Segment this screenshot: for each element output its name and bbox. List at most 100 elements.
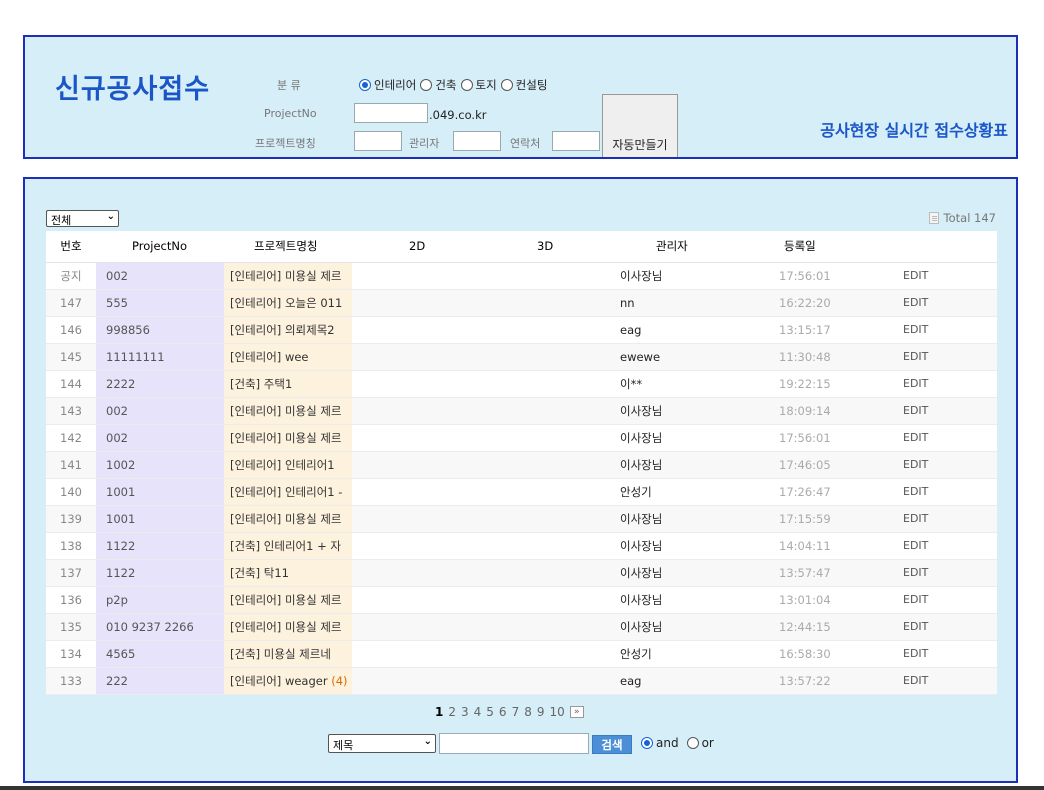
page-link[interactable]: 7 xyxy=(512,705,520,719)
row-edit-link[interactable]: EDIT xyxy=(902,640,997,668)
table-row[interactable]: 144 2222 [건축] 주택1 이** 19:22:15 EDIT xyxy=(46,370,997,398)
radio-icon[interactable] xyxy=(686,737,699,749)
row-project-name[interactable]: [건축] 주택1 xyxy=(224,370,352,398)
category-radio-interior[interactable]: 인테리어 xyxy=(359,77,416,93)
project-name-text[interactable]: [건축] 인테리어1 + 자 xyxy=(230,539,341,553)
project-name-text[interactable]: [건축] 미용실 제르네 xyxy=(230,647,331,661)
table-row[interactable]: 146 998856 [인테리어] 의뢰제목2 eag 13:15:17 EDIT xyxy=(46,316,997,344)
row-edit-link[interactable]: EDIT xyxy=(902,343,997,371)
table-row[interactable]: 145 11111111 [인테리어] wee ewewe 11:30:48 EDIT xyxy=(46,343,997,371)
project-name-text[interactable]: [인테리어] 인테리어1 xyxy=(230,458,335,472)
contact-input[interactable] xyxy=(552,131,600,151)
category-radio-land[interactable]: 토지 xyxy=(460,77,497,93)
table-row[interactable]: 140 1001 [인테리어] 인테리어1 - 안성기 17:26:47 EDIT xyxy=(46,478,997,506)
page-link[interactable]: 2 xyxy=(448,705,456,719)
search-input[interactable] xyxy=(439,733,589,754)
row-edit-link[interactable]: EDIT xyxy=(902,532,997,560)
category-filter-select[interactable]: 전체 ⌄ xyxy=(46,210,119,227)
manager-input[interactable] xyxy=(453,131,501,151)
project-name-text[interactable]: [인테리어] 의뢰제목2 xyxy=(230,323,335,337)
row-project-name[interactable]: [인테리어] 오늘은 011 xyxy=(224,289,352,317)
page-link[interactable]: 9 xyxy=(537,705,545,719)
table-row[interactable]: 141 1002 [인테리어] 인테리어1 이사장님 17:46:05 EDIT xyxy=(46,451,997,479)
radio-icon[interactable] xyxy=(500,79,513,91)
row-project-name[interactable]: [인테리어] 인테리어1 - xyxy=(224,478,352,506)
search-mode-and[interactable]: and xyxy=(641,736,679,750)
row-date: 17:46:05 xyxy=(778,451,902,479)
table-row[interactable]: 139 1001 [인테리어] 미용실 제르 이사장님 17:15:59 EDIT xyxy=(46,505,997,533)
row-3d xyxy=(480,478,620,506)
page-link[interactable]: 4 xyxy=(474,705,482,719)
category-radio-consulting[interactable]: 컨설팅 xyxy=(500,77,547,93)
radio-checked-icon[interactable] xyxy=(641,737,653,749)
row-project-name[interactable]: [인테리어] 미용실 제르 xyxy=(224,424,352,452)
table-row[interactable]: 133 222 [인테리어] weager (4) eag 13:57:22 EDIT xyxy=(46,667,997,695)
radio-checked-icon[interactable] xyxy=(359,79,371,91)
project-name-text[interactable]: [인테리어] 미용실 제르 xyxy=(230,431,342,445)
page-link[interactable]: 8 xyxy=(524,705,532,719)
page-link[interactable]: 10 xyxy=(549,705,564,719)
table-row[interactable]: 147 555 [인테리어] 오늘은 011 nn 16:22:20 EDIT xyxy=(46,289,997,317)
search-button[interactable]: 검색 xyxy=(592,735,632,754)
table-row[interactable]: 136 p2p [인테리어] 미용실 제르 이사장님 13:01:04 EDIT xyxy=(46,586,997,614)
project-name-text[interactable]: [건축] 주택1 xyxy=(230,377,292,391)
radio-icon[interactable] xyxy=(420,79,433,91)
row-project-name[interactable]: [건축] 미용실 제르네 xyxy=(224,640,352,668)
project-name-text[interactable]: [인테리어] 미용실 제르 xyxy=(230,620,342,634)
row-edit-link[interactable]: EDIT xyxy=(902,451,997,479)
project-name-text[interactable]: [인테리어] wee xyxy=(230,350,309,364)
category-radio-architecture[interactable]: 건축 xyxy=(420,77,457,93)
project-name-text[interactable]: [인테리어] 미용실 제르 xyxy=(230,404,342,418)
project-name-text[interactable]: [건축] 탁11 xyxy=(230,566,289,580)
table-row[interactable]: 135 010 9237 2266 [인테리어] 미용실 제르 이사장님 12:44:1… xyxy=(46,613,997,641)
row-edit-link[interactable]: EDIT xyxy=(902,289,997,317)
row-date: 17:15:59 xyxy=(778,505,902,533)
page-link[interactable]: 6 xyxy=(499,705,507,719)
row-edit-link[interactable]: EDIT xyxy=(902,478,997,506)
row-project-name[interactable]: [인테리어] 미용실 제르 xyxy=(224,262,352,290)
page-link[interactable]: 3 xyxy=(461,705,469,719)
project-name-text[interactable]: [인테리어] 미용실 제르 xyxy=(230,269,342,283)
row-project-name[interactable]: [건축] 탁11 xyxy=(224,559,352,587)
row-edit-link[interactable]: EDIT xyxy=(902,424,997,452)
row-edit-link[interactable]: EDIT xyxy=(902,559,997,587)
row-project-name[interactable]: [인테리어] 미용실 제르 xyxy=(224,505,352,533)
row-manager: 이** xyxy=(620,370,778,398)
row-project-name[interactable]: [인테리어] 미용실 제르 xyxy=(224,613,352,641)
table-row[interactable]: 공지 002 [인테리어] 미용실 제르 이사장님 17:56:01 EDIT xyxy=(46,262,997,290)
project-name-text[interactable]: [인테리어] 미용실 제르 xyxy=(230,593,342,607)
projectno-input[interactable] xyxy=(354,103,428,123)
row-project-name[interactable]: [건축] 인테리어1 + 자 xyxy=(224,532,352,560)
search-field-select[interactable]: 제목 ⌄ xyxy=(328,734,436,753)
page-link[interactable]: 5 xyxy=(486,705,494,719)
row-edit-link[interactable]: EDIT xyxy=(902,370,997,398)
page-link[interactable]: 1 xyxy=(435,705,443,719)
table-row[interactable]: 134 4565 [건축] 미용실 제르네 안성기 16:58:30 EDIT xyxy=(46,640,997,668)
row-project-name[interactable]: [인테리어] weager (4) xyxy=(224,667,352,695)
table-row[interactable]: 143 002 [인테리어] 미용실 제르 이사장님 18:09:14 EDIT xyxy=(46,397,997,425)
table-row[interactable]: 138 1122 [건축] 인테리어1 + 자 이사장님 14:04:11 EDIT xyxy=(46,532,997,560)
project-name-text[interactable]: [인테리어] 인테리어1 - xyxy=(230,485,342,499)
next-page-icon[interactable]: » xyxy=(569,706,584,718)
row-edit-link[interactable]: EDIT xyxy=(902,613,997,641)
row-edit-link[interactable]: EDIT xyxy=(902,262,997,290)
auto-generate-button[interactable]: 자동만들기 xyxy=(602,94,678,157)
row-edit-link[interactable]: EDIT xyxy=(902,316,997,344)
row-edit-link[interactable]: EDIT xyxy=(902,667,997,695)
table-row[interactable]: 142 002 [인테리어] 미용실 제르 이사장님 17:56:01 EDIT xyxy=(46,424,997,452)
table-row[interactable]: 137 1122 [건축] 탁11 이사장님 13:57:47 EDIT xyxy=(46,559,997,587)
project-name-text[interactable]: [인테리어] weager xyxy=(230,674,328,688)
row-edit-link[interactable]: EDIT xyxy=(902,397,997,425)
row-edit-link[interactable]: EDIT xyxy=(902,505,997,533)
radio-icon[interactable] xyxy=(460,79,473,91)
row-project-name[interactable]: [인테리어] wee xyxy=(224,343,352,371)
row-project-name[interactable]: [인테리어] 미용실 제르 xyxy=(224,397,352,425)
row-project-name[interactable]: [인테리어] 인테리어1 xyxy=(224,451,352,479)
project-name-text[interactable]: [인테리어] 미용실 제르 xyxy=(230,512,342,526)
row-project-name[interactable]: [인테리어] 의뢰제목2 xyxy=(224,316,352,344)
project-name-input[interactable] xyxy=(354,131,402,151)
project-name-text[interactable]: [인테리어] 오늘은 011 xyxy=(230,296,342,310)
row-edit-link[interactable]: EDIT xyxy=(902,586,997,614)
row-project-name[interactable]: [인테리어] 미용실 제르 xyxy=(224,586,352,614)
search-mode-or[interactable]: or xyxy=(686,736,714,750)
